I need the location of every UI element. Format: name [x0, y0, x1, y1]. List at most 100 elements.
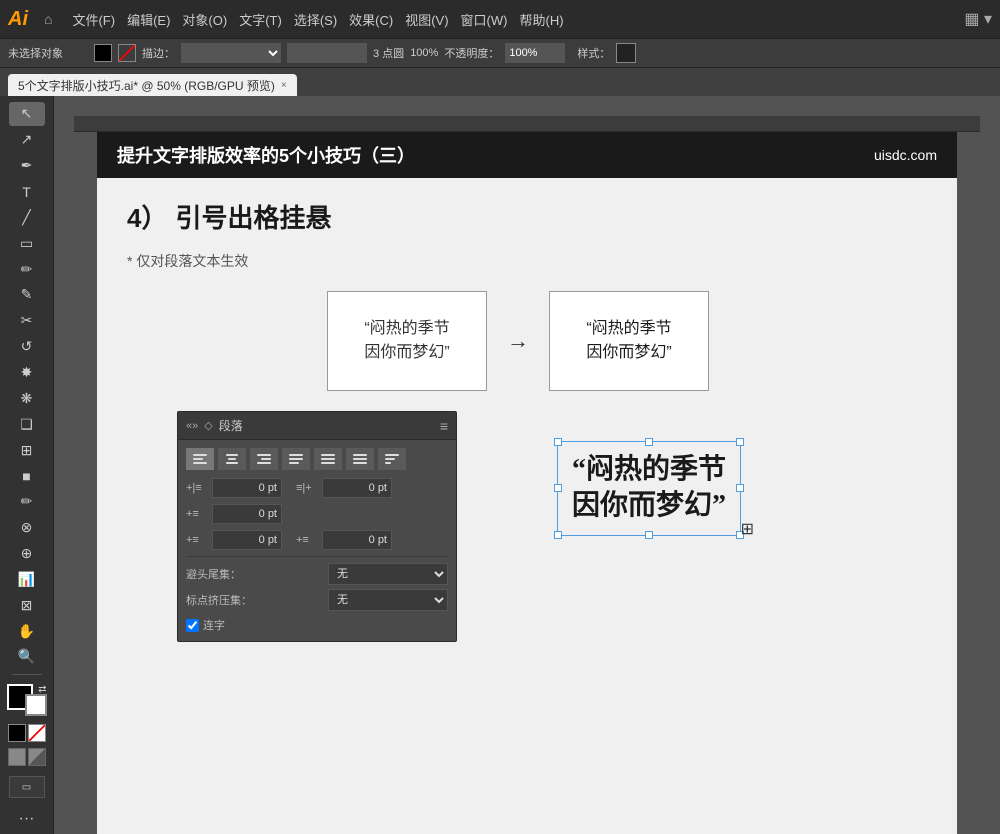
space-after-input[interactable]	[322, 530, 392, 550]
color-mode-row2	[8, 748, 46, 766]
indent-right-input[interactable]	[322, 478, 392, 498]
menu-text[interactable]: 文字(T)	[239, 10, 282, 29]
before-text: “闷热的季节 因你而梦幻”	[364, 317, 449, 365]
props-bar: 未选择对象 描边： 3 点圆 100% 不透明度： 样式：	[0, 38, 1000, 68]
document-canvas: 提升文字排版效率的5个小技巧（三） uisdc.com 4） 引号出格挂悬 * …	[97, 132, 957, 834]
punctuation-select[interactable]: 无	[328, 589, 448, 611]
swap-icon[interactable]: ⇄	[38, 684, 46, 695]
eyedropper-tool[interactable]: ✏	[9, 490, 45, 514]
blend-tool[interactable]: ⊗	[9, 516, 45, 540]
stroke-box[interactable]	[25, 694, 47, 716]
fill-color[interactable]	[94, 44, 112, 62]
align-center-btn[interactable]	[218, 448, 246, 470]
line-tool[interactable]: ╱	[9, 205, 45, 229]
canvas-area[interactable]: 提升文字排版效率的5个小技巧（三） uisdc.com 4） 引号出格挂悬 * …	[54, 96, 1000, 834]
menu-file[interactable]: 文件(F)	[72, 10, 115, 29]
stroke-select[interactable]	[181, 43, 281, 63]
banner-url: uisdc.com	[874, 147, 937, 163]
type-tool[interactable]: T	[9, 180, 45, 204]
handle-tm[interactable]	[645, 438, 653, 446]
indent-left-input[interactable]	[212, 478, 282, 498]
handle-tl[interactable]	[554, 438, 562, 446]
symbol-tool[interactable]: ⊕	[9, 542, 45, 566]
none-swatch[interactable]	[28, 724, 46, 742]
panel-header: «» ◇ 段落 ≡	[178, 412, 456, 440]
screen-mode-btn[interactable]: ▭	[9, 776, 45, 798]
document-banner: 提升文字排版效率的5个小技巧（三） uisdc.com	[97, 132, 957, 178]
point-label: 3 点圆	[373, 45, 404, 61]
direct-select-tool[interactable]: ↗	[9, 128, 45, 152]
zoom-tool[interactable]: 🔍	[9, 645, 45, 669]
slice-tool[interactable]: ⊠	[9, 593, 45, 617]
section-number: 4）	[127, 198, 167, 235]
warp-tool[interactable]: ❋	[9, 386, 45, 410]
ruler-top	[74, 116, 980, 132]
handle-mr[interactable]	[736, 484, 744, 492]
rotate-tool[interactable]: ↺	[9, 335, 45, 359]
grey-swatch[interactable]	[8, 748, 26, 766]
document-tab[interactable]: 5个文字排版小技巧.ai* @ 50% (RGB/GPU 预览) ×	[8, 74, 297, 96]
handle-bm[interactable]	[645, 531, 653, 539]
hand-tool[interactable]: ✋	[9, 619, 45, 643]
align-left-btn[interactable]	[186, 448, 214, 470]
align-buttons-row	[186, 448, 448, 470]
demo-arrow: →	[507, 328, 529, 354]
more-tools[interactable]: ···	[19, 810, 35, 828]
hyphen-checkbox[interactable]	[186, 619, 199, 632]
shape-builder-tool[interactable]: ⊞	[9, 438, 45, 462]
align-right-icon	[257, 454, 271, 464]
stroke-color[interactable]	[118, 44, 136, 62]
align-left-icon	[193, 454, 207, 464]
rect-tool[interactable]: ▭	[9, 231, 45, 255]
paragraph-panel: «» ◇ 段落 ≡	[177, 411, 457, 642]
puppet-tool[interactable]: ✸	[9, 361, 45, 385]
section-subtitle: * 仅对段落文本生效	[127, 251, 927, 271]
space-before-input[interactable]	[212, 504, 282, 524]
close-tab-button[interactable]: ×	[281, 80, 287, 91]
resize-cursor-icon: ⊞	[741, 519, 754, 539]
menu-help[interactable]: 帮助(H)	[519, 10, 563, 29]
pencil-tool[interactable]: ✎	[9, 283, 45, 307]
menu-window[interactable]: 窗口(W)	[461, 10, 508, 29]
menu-effect[interactable]: 效果(C)	[349, 10, 393, 29]
workspace-icon[interactable]: ▦ ▾	[964, 9, 992, 29]
app-logo: Ai	[8, 8, 28, 31]
home-icon[interactable]: ⌂	[44, 11, 52, 27]
pen-tool[interactable]: ✒	[9, 154, 45, 178]
hanging-indent-row: +≡ +≡	[186, 530, 448, 550]
half-swatch[interactable]	[28, 748, 46, 766]
handle-ml[interactable]	[554, 484, 562, 492]
section-title: 引号出格挂悬	[175, 198, 331, 235]
style-swatch[interactable]	[616, 43, 636, 63]
color-boxes: ⇄	[7, 684, 47, 716]
align-force-btn[interactable]	[346, 448, 374, 470]
paintbrush-tool[interactable]: ✏	[9, 257, 45, 281]
align-justify-all-btn[interactable]	[314, 448, 342, 470]
scissors-tool[interactable]: ✂	[9, 309, 45, 333]
stroke-label: 描边：	[142, 45, 175, 61]
handle-bl[interactable]	[554, 531, 562, 539]
align-last-btn[interactable]	[378, 448, 406, 470]
menu-view[interactable]: 视图(V)	[405, 10, 448, 29]
chart-tool[interactable]: 📊	[9, 567, 45, 591]
transform-tool[interactable]: ❏	[9, 412, 45, 436]
select-tool[interactable]: ↖	[9, 102, 45, 126]
panel-body: +|≡ ≡|+ +≡ +≡	[178, 440, 456, 641]
menu-edit[interactable]: 编辑(E)	[127, 10, 170, 29]
punctuation-row: 标点挤压集： 无	[186, 589, 448, 611]
opacity-input[interactable]	[505, 43, 565, 63]
handle-tr[interactable]	[736, 438, 744, 446]
align-right-btn[interactable]	[250, 448, 278, 470]
gradient-tool[interactable]: ■	[9, 464, 45, 488]
align-justify-btn[interactable]	[282, 448, 310, 470]
panel-menu-icon[interactable]: ≡	[440, 418, 448, 434]
hanging-indent-input[interactable]	[212, 530, 282, 550]
section-header: 4） 引号出格挂悬	[127, 198, 927, 245]
widow-select[interactable]: 无	[328, 563, 448, 585]
hyphen-row: 连字	[186, 617, 448, 633]
black-swatch[interactable]	[8, 724, 26, 742]
panel-collapse-icon[interactable]: «»	[186, 420, 198, 432]
indent-right-label: ≡|+	[296, 482, 316, 494]
menu-select[interactable]: 选择(S)	[294, 10, 337, 29]
menu-object[interactable]: 对象(O)	[182, 10, 227, 29]
